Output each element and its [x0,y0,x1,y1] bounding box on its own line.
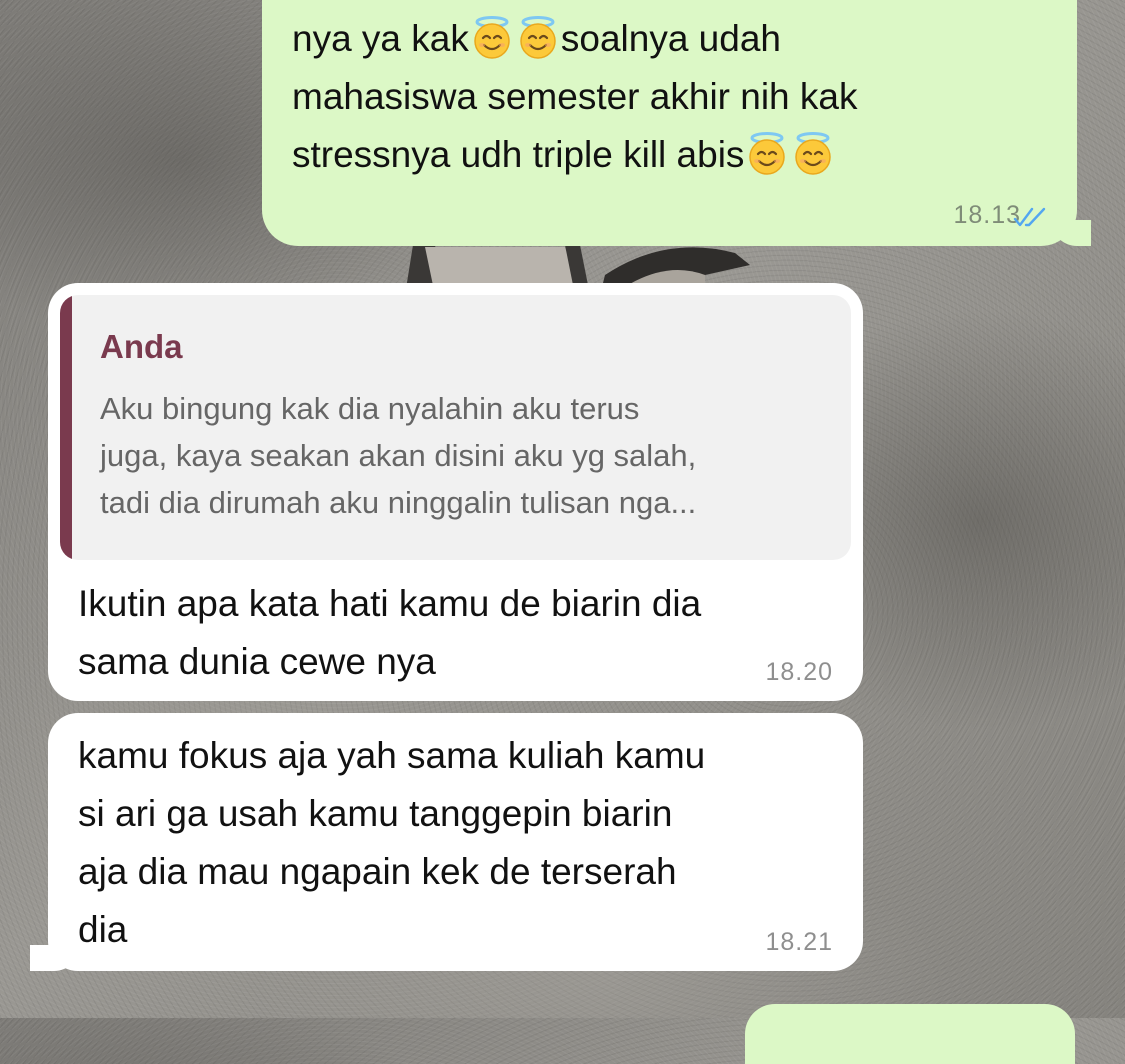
message-text: nya ya kak soalnya udah mahasiswa semester… [292,10,1049,184]
message-time: 18.21 [765,928,833,956]
message-time: 18.13 [953,201,1021,229]
quoted-message[interactable]: Anda Aku bingung kak dia nyalahin aku te… [60,295,851,560]
outgoing-message-bubble-partial [745,1004,1075,1064]
bubble-tail [1051,220,1091,246]
quote-text: Aku bingung kak dia nyalahin aku terus j… [100,391,697,520]
message-text-run: soalnya udah [560,18,781,59]
outgoing-message-bubble[interactable]: nya ya kak soalnya udah mahasiswa semester… [262,0,1091,246]
message-text-run: mahasiswa semester akhir nih kak [292,76,858,117]
bubble-tail [30,945,80,971]
message-text-run: stressnya udh triple kill abis [292,134,745,175]
message-text: kamu fokus aja yah sama kuliah kamu si a… [78,735,706,950]
quote-accent-bar [60,295,72,560]
double-check-read-icon [1013,207,1046,227]
smiling-face-with-halo-icon [520,16,556,59]
incoming-message-bubble[interactable]: kamu fokus aja yah sama kuliah kamu si a… [30,713,863,971]
quote-author: Anda [100,328,183,365]
smiling-face-with-halo-icon [795,132,832,175]
smiling-face-with-halo-icon [474,16,510,59]
message-time: 18.20 [765,658,833,686]
smiling-face-with-halo-icon [749,132,786,175]
message-text: Ikutin apa kata hati kamu de biarin dia … [78,583,702,682]
incoming-message-bubble[interactable]: Anda Aku bingung kak dia nyalahin aku te… [48,283,863,701]
message-text-run: nya ya kak [292,18,469,59]
